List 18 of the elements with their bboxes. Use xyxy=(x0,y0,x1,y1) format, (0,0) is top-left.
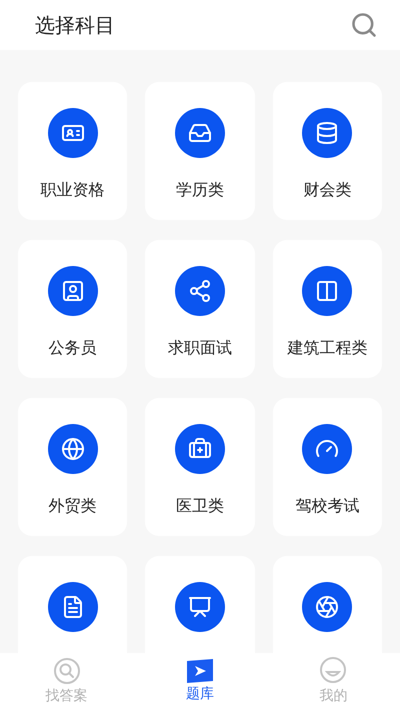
subject-card[interactable]: 求职面试 xyxy=(145,240,255,378)
search-icon xyxy=(52,657,81,685)
subject-card[interactable] xyxy=(145,556,255,653)
nav-tab[interactable]: 题库 xyxy=(133,653,267,711)
subject-card[interactable]: 公务员 xyxy=(18,240,128,378)
subject-card[interactable]: 财会类 xyxy=(272,82,382,220)
subject-card[interactable]: 建筑工程类 xyxy=(272,240,382,378)
subject-card[interactable]: 驾校考试 xyxy=(272,398,382,536)
subject-card[interactable]: 职业资格 xyxy=(18,82,128,220)
subject-card[interactable] xyxy=(18,556,128,653)
subject-card[interactable]: 外贸类 xyxy=(18,398,128,536)
page-title: 选择科目 xyxy=(35,12,115,39)
subject-card[interactable] xyxy=(272,556,382,653)
send-arrow-icon xyxy=(186,659,214,683)
subject-card[interactable]: 医卫类 xyxy=(145,398,255,536)
search-icon xyxy=(350,11,378,39)
smiley-icon xyxy=(319,657,348,685)
subject-card[interactable]: 学历类 xyxy=(145,82,255,220)
